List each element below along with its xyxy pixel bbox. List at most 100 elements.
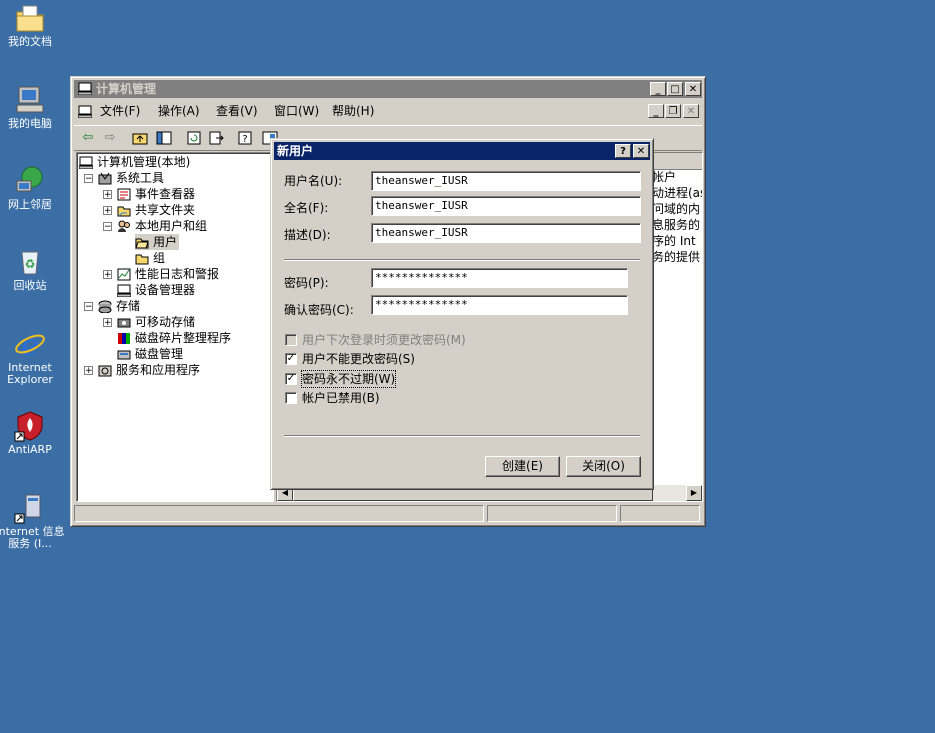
menu-action[interactable]: 操作(A) bbox=[158, 101, 200, 121]
tree-label: 磁盘碎片整理程序 bbox=[135, 331, 232, 345]
event-viewer-icon bbox=[117, 188, 131, 201]
show-hide-tree-icon[interactable] bbox=[154, 128, 174, 148]
iis-icon bbox=[14, 492, 46, 524]
collapse-toggle[interactable]: − bbox=[84, 174, 93, 184]
menu-view[interactable]: 查看(V) bbox=[216, 101, 258, 121]
tree-item-groups[interactable]: 组 bbox=[135, 250, 165, 266]
desktop-icon-network[interactable]: 网上邻居 bbox=[0, 165, 65, 211]
tree-label: 组 bbox=[153, 251, 166, 265]
svg-text:?: ? bbox=[242, 134, 247, 145]
desktop-icon-ie[interactable]: e Internet Explorer bbox=[0, 328, 65, 386]
close-button[interactable]: ✕ bbox=[685, 82, 701, 96]
create-button[interactable]: 创建(E) bbox=[485, 456, 560, 477]
recycle-bin-icon: ♻ bbox=[14, 246, 46, 278]
desktop-icon-my-computer[interactable]: 我的电脑 bbox=[0, 84, 65, 130]
desktop-icon-label: AntiARP bbox=[8, 443, 52, 456]
description-label: 描述(D): bbox=[284, 228, 331, 242]
removable-storage-icon bbox=[117, 316, 131, 329]
console-tree-pane: 计算机管理(本地) − 系统工具 + 事件查看器 + 共享文件夹 − 本地用户和… bbox=[76, 152, 274, 502]
collapse-toggle[interactable]: − bbox=[84, 302, 93, 312]
must-change-password-label: 用户下次登录时须更改密码(M) bbox=[302, 333, 466, 347]
performance-icon bbox=[117, 268, 131, 281]
expand-toggle[interactable]: + bbox=[103, 318, 112, 328]
confirm-password-label: 确认密码(C): bbox=[284, 303, 354, 317]
tree-item-shared-folders[interactable]: 共享文件夹 bbox=[117, 202, 195, 218]
tree-label: 用户 bbox=[153, 235, 178, 249]
expand-toggle[interactable]: + bbox=[103, 190, 112, 200]
tree-item-event-viewer[interactable]: 事件查看器 bbox=[117, 186, 195, 202]
mdi-restore-button[interactable]: ❐ bbox=[665, 104, 681, 118]
tree-item-disk-management[interactable]: 磁盘管理 bbox=[117, 346, 183, 362]
desktop-icon-label: 网上邻居 bbox=[8, 198, 52, 211]
storage-icon bbox=[98, 300, 112, 314]
tree-label: 设备管理器 bbox=[135, 283, 196, 297]
password-label: 密码(P): bbox=[284, 276, 329, 290]
username-label: 用户名(U): bbox=[284, 174, 343, 188]
mdi-minimize-button[interactable]: _ bbox=[648, 104, 664, 118]
desktop-icon-iis[interactable]: Internet 信息服务 (I... bbox=[0, 492, 65, 550]
up-folder-icon[interactable] bbox=[130, 128, 150, 148]
tree-item-root[interactable]: 计算机管理(本地) bbox=[78, 154, 190, 170]
expand-toggle[interactable]: + bbox=[84, 366, 93, 376]
fullname-field[interactable]: theanswer_IUSR bbox=[371, 196, 641, 216]
services-apps-icon bbox=[98, 364, 112, 377]
cannot-change-password-checkbox[interactable]: ✓ bbox=[285, 353, 297, 365]
details-text: 问域的内 bbox=[652, 202, 701, 216]
tree-item-perf-logs[interactable]: 性能日志和警报 bbox=[117, 266, 219, 282]
tree-label: 服务和应用程序 bbox=[116, 363, 201, 377]
menu-window[interactable]: 窗口(W) bbox=[274, 101, 319, 121]
open-folder-icon bbox=[135, 236, 149, 249]
maximize-button[interactable]: □ bbox=[667, 82, 683, 96]
refresh-icon[interactable] bbox=[184, 128, 204, 148]
help-icon[interactable]: ? bbox=[236, 128, 256, 148]
new-user-dialog: 新用户 ? ✕ 用户名(U): theanswer_IUSR 全名(F): th… bbox=[270, 138, 654, 490]
username-field[interactable]: theanswer_IUSR bbox=[371, 171, 641, 191]
confirm-password-field[interactable]: ************** bbox=[371, 295, 628, 315]
status-bar-pane-3 bbox=[620, 505, 700, 522]
tree-item-device-manager[interactable]: 设备管理器 bbox=[116, 282, 196, 298]
tree-item-storage[interactable]: 存储 bbox=[98, 298, 140, 314]
dialog-title: 新用户 bbox=[277, 144, 314, 158]
tools-icon bbox=[98, 172, 112, 185]
menu-help[interactable]: 帮助(H) bbox=[332, 101, 374, 121]
details-text: 序的 Int bbox=[652, 234, 696, 248]
password-field[interactable]: ************** bbox=[371, 268, 628, 288]
tree-item-defrag[interactable]: 磁盘碎片整理程序 bbox=[117, 330, 231, 346]
password-never-expires-checkbox[interactable]: ✓ bbox=[285, 373, 297, 385]
tree-item-system-tools[interactable]: 系统工具 bbox=[98, 170, 164, 186]
tree-item-users[interactable]: 用户 bbox=[135, 234, 180, 250]
back-arrow-icon[interactable]: ⇦ bbox=[78, 128, 98, 148]
defrag-icon bbox=[117, 332, 131, 345]
details-text: 动进程(as bbox=[652, 186, 702, 200]
status-bar-pane-1 bbox=[74, 505, 484, 522]
password-never-expires-label: 密码永不过期(W) bbox=[300, 370, 397, 388]
collapse-toggle[interactable]: − bbox=[103, 222, 112, 232]
desktop-icon-my-documents[interactable]: 我的文档 bbox=[0, 2, 65, 48]
minimize-button[interactable]: _ bbox=[650, 82, 666, 96]
must-change-password-checkbox[interactable] bbox=[285, 334, 297, 346]
mdi-close-button[interactable]: ✕ bbox=[683, 104, 699, 118]
forward-arrow-icon[interactable]: ⇨ bbox=[100, 128, 120, 148]
menu-file[interactable]: 文件(F) bbox=[100, 101, 140, 121]
expand-toggle[interactable]: + bbox=[103, 270, 112, 280]
export-list-icon[interactable] bbox=[206, 128, 226, 148]
dialog-close-action-button[interactable]: 关闭(O) bbox=[566, 456, 641, 477]
dialog-close-button[interactable]: ✕ bbox=[633, 144, 649, 158]
description-field[interactable]: theanswer_IUSR bbox=[371, 223, 641, 243]
status-bar-pane-2 bbox=[487, 505, 617, 522]
desktop-icon-label: 我的电脑 bbox=[8, 117, 52, 130]
help-button[interactable]: ? bbox=[615, 144, 631, 158]
tree-item-local-users-groups[interactable]: 本地用户和组 bbox=[117, 218, 207, 234]
desktop-icon-recycle-bin[interactable]: ♻ 回收站 bbox=[0, 246, 65, 292]
window-titlebar[interactable]: 计算机管理 _ □ ✕ bbox=[74, 80, 702, 98]
dialog-titlebar[interactable]: 新用户 ? ✕ bbox=[274, 142, 650, 160]
expand-toggle[interactable]: + bbox=[103, 206, 112, 216]
desktop-icon-label: Internet 信息服务 (I... bbox=[0, 525, 65, 550]
tree-item-services-apps[interactable]: 服务和应用程序 bbox=[98, 362, 200, 378]
account-disabled-checkbox[interactable] bbox=[285, 392, 297, 404]
tree-label: 性能日志和警报 bbox=[135, 267, 220, 281]
scroll-right-button[interactable]: ▶ bbox=[686, 485, 702, 501]
tree-item-removable-storage[interactable]: 可移动存储 bbox=[117, 314, 195, 330]
desktop-icon-antiarp[interactable]: AntiARP bbox=[0, 410, 65, 456]
users-groups-icon bbox=[117, 220, 131, 233]
